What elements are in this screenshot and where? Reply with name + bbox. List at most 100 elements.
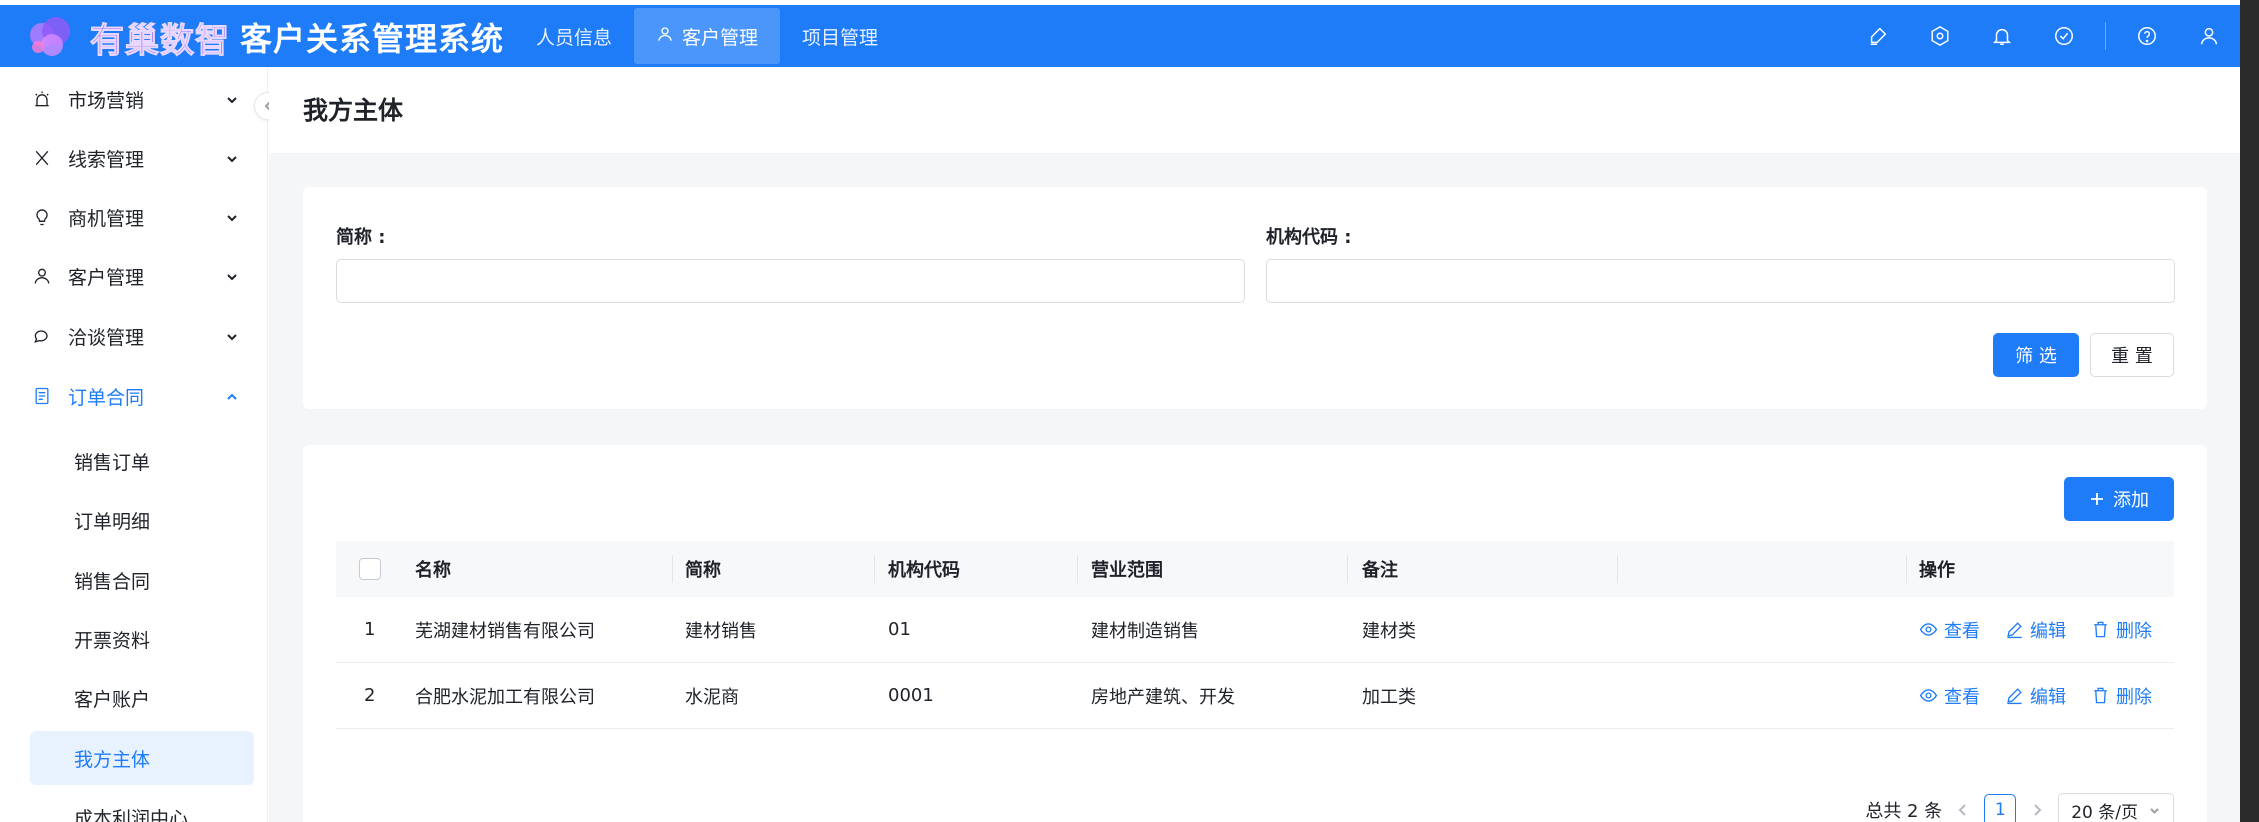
column-header-scope: 营业范围 [1091, 560, 1163, 581]
sidebar-item-orders-contracts[interactable]: 订单合同 [30, 374, 240, 418]
top-nav: 人员信息 客户管理 项目管理 [514, 8, 900, 64]
cell-short: 建材销售 [685, 620, 757, 642]
cell-note: 建材类 [1362, 620, 1416, 642]
short-name-label: 简称 : [336, 227, 386, 248]
cell-code: 01 [888, 619, 911, 640]
edit-button[interactable]: 编辑 [2005, 617, 2066, 643]
gear-icon[interactable] [1909, 5, 1971, 67]
window-edge [2240, 0, 2259, 822]
brush-icon[interactable] [1847, 5, 1909, 67]
table-row: 2 合肥水泥加工有限公司 水泥商 0001 房地产建筑、开发 加工类 查看 编辑… [336, 663, 2174, 729]
brand-logo-text: 有巢数智 [90, 20, 230, 61]
page-size-label: 20 条/页 [2071, 802, 2138, 822]
edit-icon [2005, 686, 2024, 705]
eye-icon [1919, 620, 1938, 639]
chevron-down-icon [2148, 804, 2161, 817]
chevron-down-icon [224, 268, 240, 284]
top-divider [2105, 22, 2106, 50]
cell-scope: 房地产建筑、开发 [1091, 686, 1235, 708]
table-row: 1 芜湖建材销售有限公司 建材销售 01 建材制造销售 建材类 查看 编辑 删除 [336, 597, 2174, 663]
plus-icon [2089, 491, 2105, 507]
sidebar-item-opportunities[interactable]: 商机管理 [30, 195, 240, 239]
short-name-input[interactable] [336, 259, 1245, 303]
user-icon[interactable] [2178, 5, 2240, 67]
sidebar-item-negotiations[interactable]: 洽谈管理 [30, 314, 240, 358]
delete-button[interactable]: 删除 [2091, 617, 2152, 643]
select-all-checkbox[interactable] [359, 558, 381, 580]
edit-button[interactable]: 编辑 [2005, 683, 2066, 709]
alarm-icon [30, 87, 54, 111]
sidebar-item-label: 洽谈管理 [68, 326, 145, 349]
topnav-label: 项目管理 [802, 26, 879, 49]
help-icon[interactable] [2116, 5, 2178, 67]
table-header: 名称 简称 机构代码 营业范围 备注 操作 [336, 541, 2174, 597]
cell-name: 芜湖建材销售有限公司 [415, 620, 595, 642]
view-button[interactable]: 查看 [1919, 617, 1980, 643]
chevron-down-icon [224, 209, 240, 225]
cell-code: 0001 [888, 685, 934, 706]
top-icons [1847, 5, 2240, 67]
bulb-icon [30, 205, 54, 229]
filter-card: 简称 : 机构代码 : 筛 选 重 置 [303, 187, 2207, 409]
cell-note: 加工类 [1362, 686, 1416, 708]
filter-button[interactable]: 筛 选 [1993, 333, 2079, 377]
document-icon [30, 384, 54, 408]
page-size-select[interactable]: 20 条/页 [2058, 793, 2174, 822]
reset-button[interactable]: 重 置 [2090, 333, 2174, 377]
column-divider [672, 555, 673, 583]
topnav-customer[interactable]: 客户管理 [634, 8, 781, 64]
sidebar-subitem-cost-profit-center[interactable]: 成本利润中心 [30, 790, 254, 822]
delete-button[interactable]: 删除 [2091, 683, 2152, 709]
column-divider [1347, 555, 1348, 583]
sidebar-subitem-customer-accounts[interactable]: 客户账户 [30, 671, 254, 725]
chevron-right-icon[interactable] [2030, 803, 2044, 817]
chevron-left-icon[interactable] [1956, 803, 1970, 817]
sidebar-item-label: 客户管理 [68, 266, 145, 289]
chat-icon [30, 324, 54, 348]
x-icon [30, 146, 54, 170]
delete-label: 删除 [2116, 620, 2152, 642]
sidebar-item-label: 订单合同 [68, 386, 145, 409]
add-button[interactable]: 添加 [2064, 477, 2174, 521]
app-title: 客户关系管理系统 [240, 20, 505, 58]
pagination-page-1[interactable]: 1 [1984, 794, 2017, 822]
topnav-project[interactable]: 项目管理 [780, 8, 900, 64]
sidebar-subitem-invoice-info[interactable]: 开票资料 [30, 612, 254, 666]
sidebar-subitem-sales-orders[interactable]: 销售订单 [30, 434, 254, 488]
topnav-personnel[interactable]: 人员信息 [514, 8, 634, 64]
sidebar-item-marketing[interactable]: 市场营销 [30, 77, 240, 121]
top-bar: 有巢数智 客户关系管理系统 人员信息 客户管理 项目管理 [0, 5, 2240, 67]
chevron-down-icon [224, 328, 240, 344]
column-divider [1617, 555, 1618, 583]
trash-icon [2091, 686, 2110, 705]
table-card: 添加 名称 简称 机构代码 营业范围 备注 操作 1 芜湖建材销售有限公司 建材… [303, 445, 2207, 822]
view-label: 查看 [1944, 686, 1980, 708]
cell-short: 水泥商 [685, 686, 739, 708]
sidebar-subitem-sales-contracts[interactable]: 销售合同 [30, 553, 254, 607]
chevron-down-icon [224, 150, 240, 166]
column-header-name: 名称 [415, 560, 451, 581]
sidebar-item-customers[interactable]: 客户管理 [30, 254, 240, 298]
brand: 有巢数智 客户关系管理系统 [90, 17, 505, 61]
check-circle-icon[interactable] [2033, 5, 2095, 67]
column-header-short: 简称 [685, 560, 721, 581]
cell-scope: 建材制造销售 [1091, 620, 1199, 642]
org-code-label: 机构代码 : [1266, 227, 1352, 248]
topnav-label: 客户管理 [682, 26, 759, 49]
sidebar-subitem-order-details[interactable]: 订单明细 [30, 493, 254, 547]
sidebar-item-leads[interactable]: 线索管理 [30, 136, 240, 180]
edit-label: 编辑 [2030, 620, 2066, 642]
chevron-up-icon [224, 388, 240, 404]
delete-label: 删除 [2116, 686, 2152, 708]
user-icon [656, 25, 674, 48]
sidebar-item-label: 商机管理 [68, 207, 145, 230]
cell-name: 合肥水泥加工有限公司 [415, 686, 595, 708]
org-code-input[interactable] [1266, 259, 2175, 303]
row-index: 2 [364, 685, 376, 706]
sidebar-subitem-our-entity[interactable]: 我方主体 [30, 731, 254, 785]
bell-icon[interactable] [1971, 5, 2033, 67]
view-button[interactable]: 查看 [1919, 683, 1980, 709]
sidebar-item-label: 线索管理 [68, 148, 145, 171]
add-button-label: 添加 [2113, 490, 2149, 511]
chevron-down-icon [224, 91, 240, 107]
